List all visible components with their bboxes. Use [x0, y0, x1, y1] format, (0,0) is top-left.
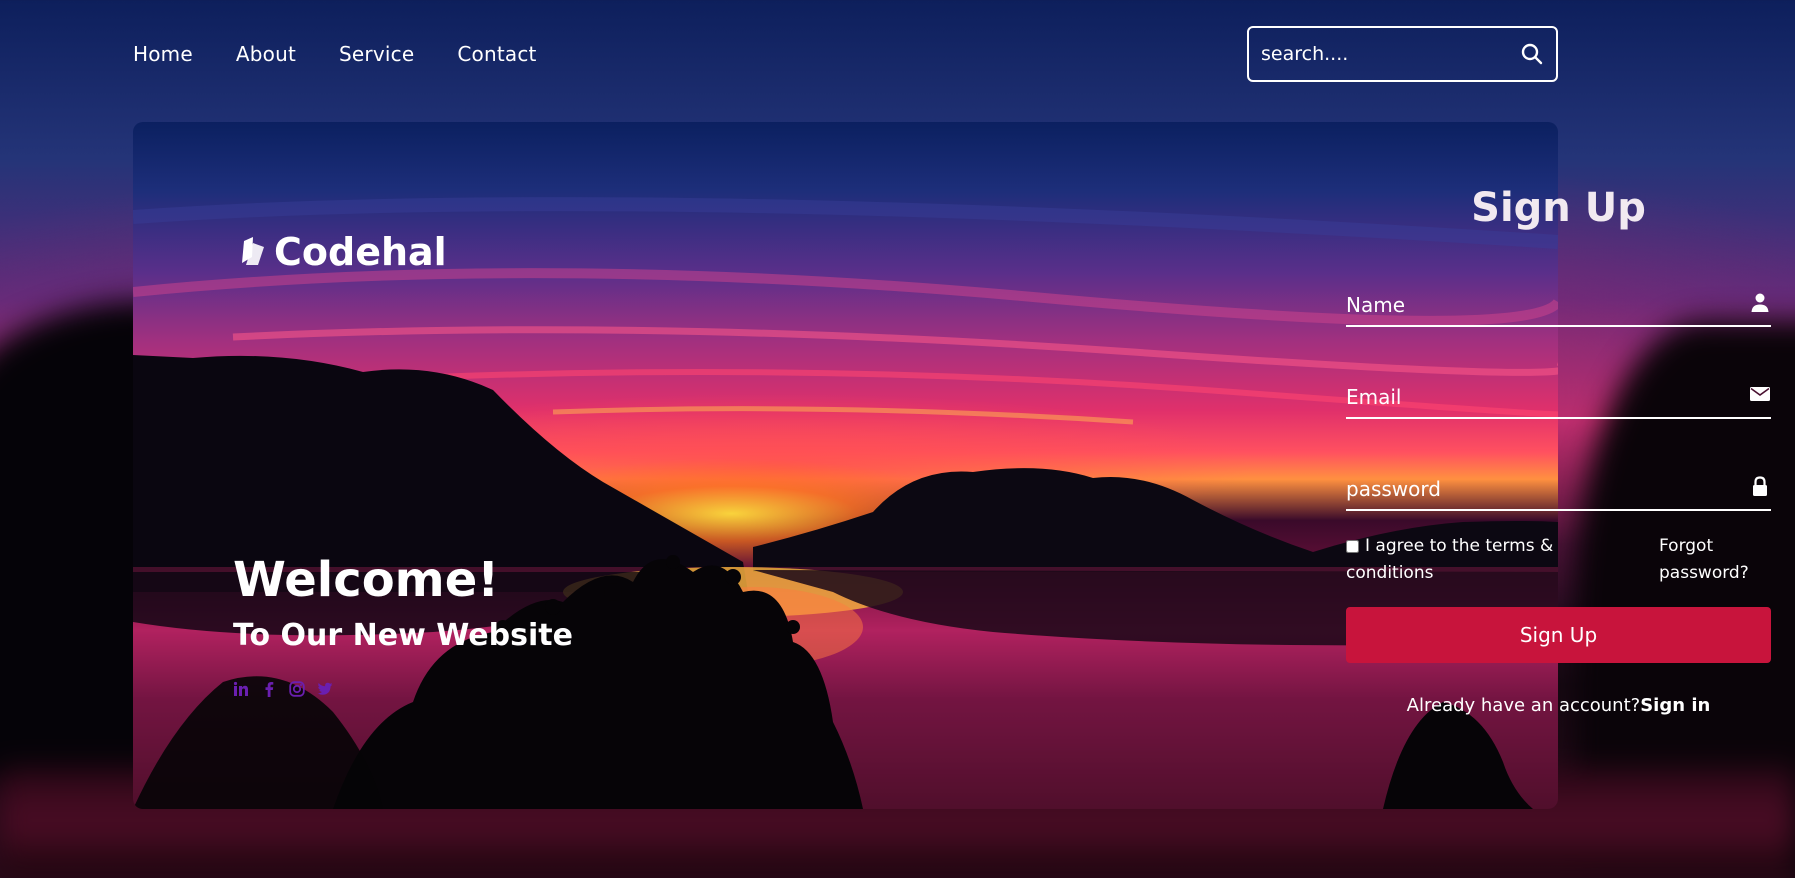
navbar: Home About Service Contact [133, 26, 1558, 82]
password-input[interactable] [1346, 477, 1726, 501]
remember-row: I agree to the terms & conditions Forgot… [1346, 533, 1771, 587]
welcome-block: Welcome! To Our New Website [233, 552, 573, 697]
signup-button[interactable]: Sign Up [1346, 607, 1771, 663]
hero-card: Codehal Welcome! To Our New Website [133, 122, 1558, 809]
mail-icon [1749, 383, 1771, 405]
brand-logo[interactable]: Codehal [240, 230, 447, 274]
codehal-logo-icon [240, 235, 268, 269]
signup-title: Sign Up [1471, 185, 1646, 231]
email-field [1346, 367, 1771, 419]
lock-icon [1749, 475, 1771, 497]
facebook-icon[interactable] [261, 681, 277, 697]
agree-checkbox[interactable] [1346, 539, 1359, 553]
forgot-password-link[interactable]: Forgot password? [1659, 533, 1771, 587]
search-icon[interactable] [1520, 42, 1544, 66]
twitter-icon[interactable] [317, 681, 333, 697]
agree-terms[interactable]: I agree to the terms & conditions [1346, 533, 1576, 587]
instagram-icon[interactable] [289, 681, 305, 697]
name-input[interactable] [1346, 293, 1726, 317]
linkedin-icon[interactable] [233, 681, 249, 697]
have-account-text: Already have an account? [1406, 695, 1641, 716]
nav-link-contact[interactable]: Contact [457, 42, 536, 66]
password-field [1346, 459, 1771, 511]
sign-in-link[interactable]: Sign in [1640, 695, 1710, 716]
agree-label: I agree to the terms & conditions [1346, 536, 1554, 583]
welcome-subtitle: To Our New Website [233, 618, 573, 653]
nav-links: Home About Service Contact [133, 42, 537, 66]
nav-link-about[interactable]: About [236, 42, 296, 66]
user-icon [1749, 291, 1771, 313]
sunset-landscape [133, 197, 1558, 809]
social-links [233, 681, 573, 697]
search-box [1247, 26, 1558, 82]
brand-name: Codehal [274, 230, 447, 274]
signup-form: Sign Up I agree to the terms & condition… [1346, 185, 1771, 716]
email-input[interactable] [1346, 385, 1726, 409]
nav-link-service[interactable]: Service [339, 42, 414, 66]
name-field [1346, 275, 1771, 327]
login-register: Already have an account?Sign in [1346, 695, 1771, 716]
welcome-title: Welcome! [233, 552, 500, 608]
nav-link-home[interactable]: Home [133, 42, 193, 66]
search-input[interactable] [1261, 43, 1520, 65]
